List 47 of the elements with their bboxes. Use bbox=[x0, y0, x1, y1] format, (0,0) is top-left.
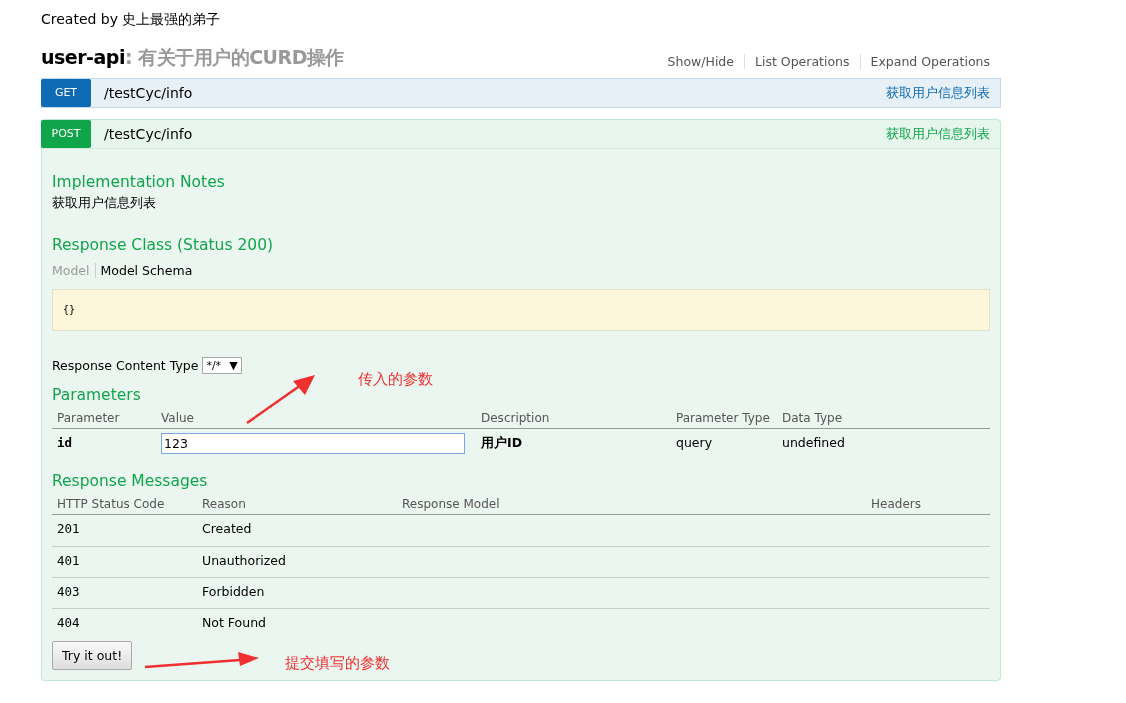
implementation-notes: 获取用户信息列表 bbox=[52, 194, 157, 212]
parameter-type: query bbox=[675, 434, 714, 452]
parameter-name: id bbox=[56, 434, 74, 452]
operation-header[interactable]: GET /testCyc/info 获取用户信息列表 bbox=[41, 78, 1001, 108]
status-code: 404 bbox=[52, 608, 197, 639]
column-header: Value bbox=[156, 406, 476, 429]
annotation-arrow bbox=[245, 373, 317, 425]
section-heading: Parameters bbox=[52, 385, 142, 406]
parameter-description: 用户ID bbox=[480, 434, 524, 452]
column-header: Headers bbox=[866, 492, 990, 515]
section-heading: Implementation Notes bbox=[52, 172, 226, 193]
operation-summary[interactable]: 获取用户信息列表 bbox=[886, 84, 990, 102]
column-header: Data Type bbox=[777, 406, 990, 429]
resource-action-link[interactable]: List Operations bbox=[744, 54, 860, 69]
status-code: 401 bbox=[52, 546, 197, 577]
status-reason: Created bbox=[201, 520, 253, 538]
status-reason: Unauthorized bbox=[197, 546, 397, 577]
content-type-label: Response Content Type bbox=[52, 358, 199, 373]
try-it-out-button[interactable]: Try it out! bbox=[52, 641, 133, 670]
column-header: Response Model bbox=[397, 492, 866, 515]
parameter-value-input[interactable]: 123 bbox=[161, 433, 465, 454]
model-schema-code: {} bbox=[52, 289, 990, 331]
resource-title: user-api: 有关于用户的CURD操作 bbox=[41, 45, 344, 70]
column-header: HTTP Status Code bbox=[52, 492, 197, 515]
http-method-badge: GET bbox=[41, 78, 91, 107]
status-code: 403 bbox=[52, 577, 197, 608]
content-type-select[interactable]: */* ▼ bbox=[202, 357, 242, 374]
column-header: Parameter Type bbox=[671, 406, 777, 429]
column-header: Parameter bbox=[52, 406, 156, 429]
status-reason: Forbidden bbox=[197, 577, 397, 608]
resource-action-link[interactable]: Show/Hide bbox=[657, 54, 744, 69]
status-reason: Not Found bbox=[197, 608, 397, 639]
annotation-text: 传入的参数 bbox=[358, 370, 433, 389]
section-heading: Response Class (Status 200) bbox=[52, 235, 275, 256]
operation-header[interactable]: POST /testCyc/info 获取用户信息列表 bbox=[41, 119, 1001, 149]
status-code: 201 bbox=[56, 520, 81, 538]
http-method-badge: POST bbox=[41, 119, 91, 148]
section-heading: Response Messages bbox=[52, 471, 209, 492]
operation-path[interactable]: /testCyc/info bbox=[104, 85, 886, 101]
column-header: Description bbox=[476, 406, 671, 429]
resource-action-link[interactable]: Expand Operations bbox=[859, 54, 990, 69]
annotation-text: 提交填写的参数 bbox=[285, 654, 390, 673]
operation-path[interactable]: /testCyc/info bbox=[104, 126, 886, 142]
author-credit: Created by 史上最强的弟子 bbox=[41, 10, 222, 29]
column-header: Reason bbox=[197, 492, 397, 515]
data-type: undefined bbox=[781, 434, 846, 452]
model-tab[interactable]: Model Schema bbox=[94, 262, 198, 278]
